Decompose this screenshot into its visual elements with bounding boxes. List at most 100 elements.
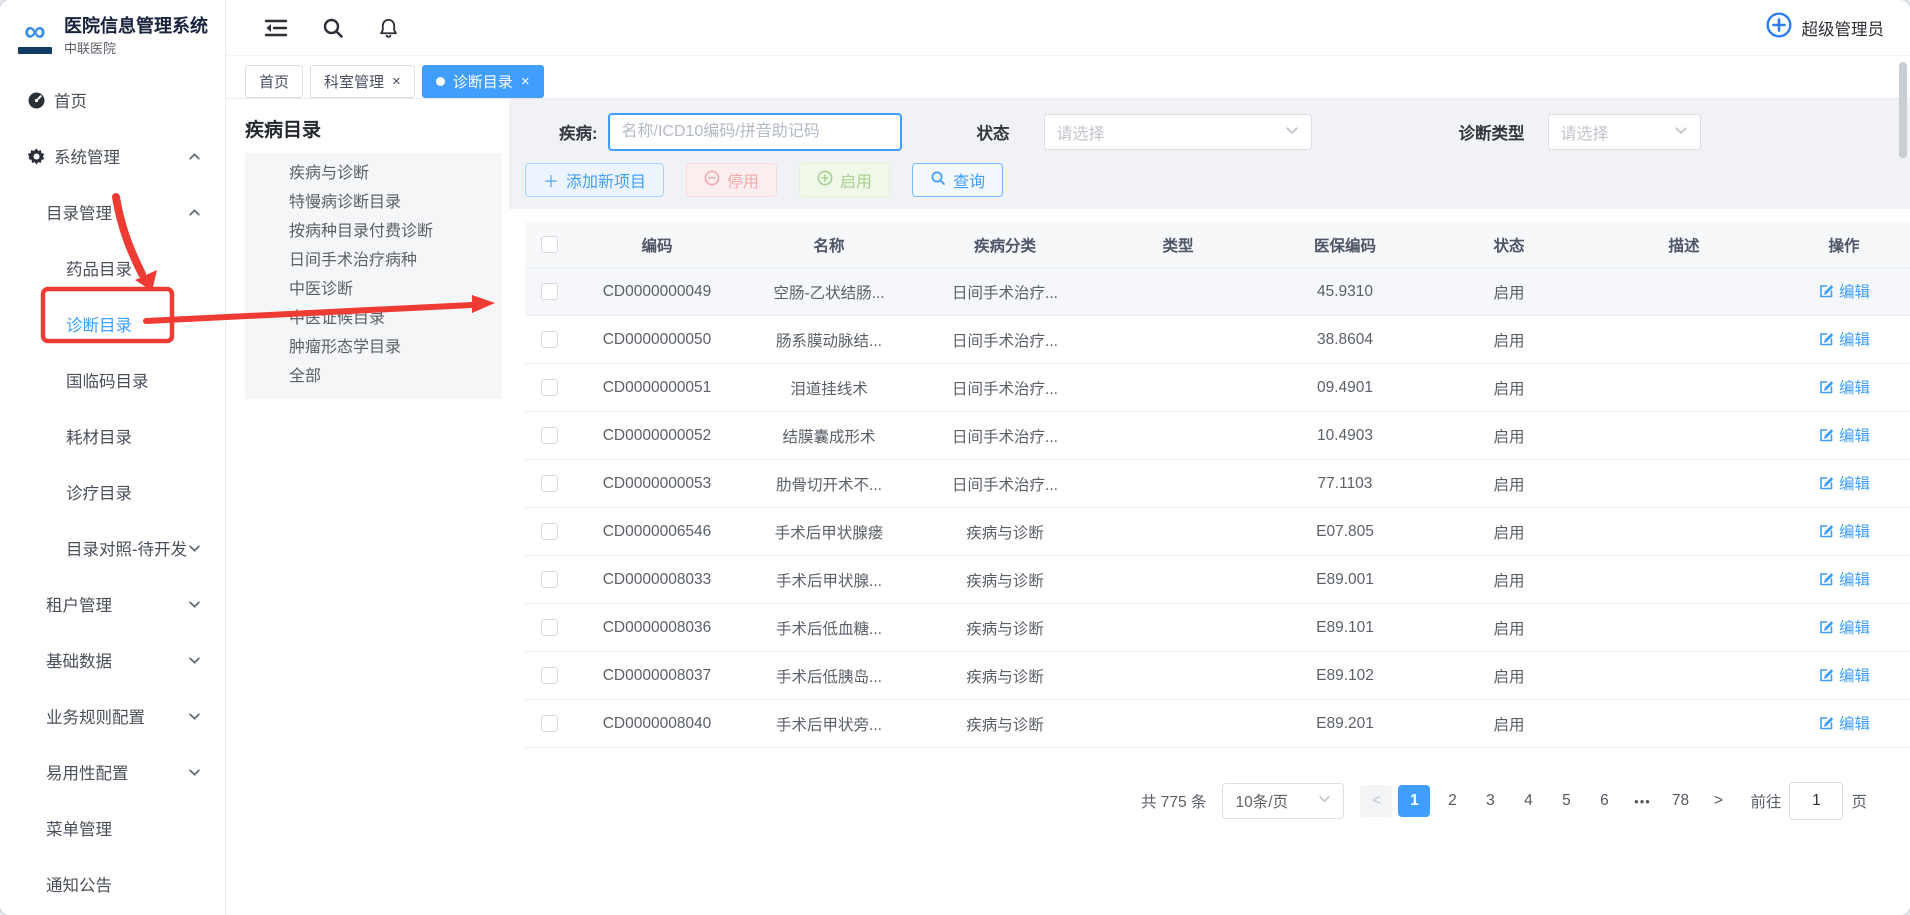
edit-button[interactable]: 编辑 [1818, 328, 1870, 350]
close-icon[interactable]: × [392, 74, 401, 89]
disease-category-item[interactable]: 疾病与诊断 [245, 159, 502, 188]
edit-button[interactable]: 编辑 [1818, 376, 1870, 398]
hospital-name: 中联医院 [64, 38, 208, 57]
row-checkbox[interactable] [541, 667, 558, 684]
page-button-5[interactable]: 5 [1550, 785, 1582, 817]
status-select[interactable]: 请选择 [1044, 114, 1312, 150]
diagnosis-type-select[interactable]: 请选择 [1548, 114, 1701, 150]
cell-code: CD0000000052 [573, 412, 741, 460]
disease-category-item[interactable]: 肿瘤形态学目录 [245, 333, 502, 362]
page-button-6[interactable]: 6 [1588, 785, 1620, 817]
cell-code: CD0000008033 [573, 556, 741, 604]
sidebar-item-notice[interactable]: 通知公告 [0, 856, 225, 912]
chevron-down-icon [1674, 123, 1688, 142]
cell-code: CD0000008037 [573, 652, 741, 700]
cell-code: CD0000000050 [573, 316, 741, 364]
page-button-3[interactable]: 3 [1474, 785, 1506, 817]
sidebar-item-label: 基础数据 [46, 648, 112, 672]
row-checkbox[interactable] [541, 331, 558, 348]
query-button[interactable]: 查询 [912, 163, 1003, 197]
page-button-2[interactable]: 2 [1436, 785, 1468, 817]
disease-category-item[interactable]: 日间手术治疗病种 [245, 246, 502, 275]
cell-code: CD0000000051 [573, 364, 741, 412]
disease-category-item[interactable]: 中医证候目录 [245, 304, 502, 333]
cell-insurance_code: 45.9310 [1263, 268, 1427, 316]
sidebar-item-label: 目录管理 [46, 200, 112, 224]
page-button-1[interactable]: 1 [1398, 785, 1430, 817]
dashboard-icon [26, 91, 46, 110]
menu-collapse-icon[interactable] [264, 18, 288, 38]
col-description: 描述 [1591, 222, 1777, 268]
current-user-name[interactable]: 超级管理员 [1802, 16, 1885, 40]
disease-category-item[interactable]: 中医诊断 [245, 275, 502, 304]
edit-button[interactable]: 编辑 [1818, 616, 1870, 638]
tab-diagnosis-catalog[interactable]: 诊断目录 × [422, 65, 544, 98]
table-row: CD0000008037手术后低胰岛...疾病与诊断E89.102启用编辑 [525, 652, 1910, 700]
sidebar-item-tenant-mgmt[interactable]: 租户管理 [0, 576, 225, 632]
select-all-checkbox[interactable] [541, 236, 558, 253]
sidebar-item-menu-mgmt[interactable]: 菜单管理 [0, 800, 225, 856]
edit-button[interactable]: 编辑 [1818, 280, 1870, 302]
cell-status: 启用 [1427, 460, 1591, 508]
cell-category: 日间手术治疗... [917, 364, 1093, 412]
sidebar-item-national-code-catalog[interactable]: 国临码目录 [0, 352, 225, 408]
row-checkbox[interactable] [541, 379, 558, 396]
cell-category: 疾病与诊断 [917, 652, 1093, 700]
disease-category-item[interactable]: 全部 [245, 362, 502, 391]
search-icon[interactable] [322, 17, 344, 39]
user-avatar-icon[interactable] [1765, 11, 1793, 44]
page-button-78[interactable]: 78 [1664, 785, 1696, 817]
cell-description [1591, 316, 1777, 364]
sidebar-item-system[interactable]: 系统管理 [0, 128, 225, 184]
edit-button[interactable]: 编辑 [1818, 664, 1870, 686]
row-checkbox[interactable] [541, 619, 558, 636]
cell-code: CD0000008036 [573, 604, 741, 652]
disease-category-item[interactable]: 按病种目录付费诊断 [245, 217, 502, 246]
bell-icon[interactable] [378, 17, 399, 39]
sidebar-item-basic-data[interactable]: 基础数据 [0, 632, 225, 688]
row-checkbox[interactable] [541, 571, 558, 588]
disease-category-item[interactable]: 特慢病诊断目录 [245, 188, 502, 217]
row-checkbox[interactable] [541, 715, 558, 732]
edit-button[interactable]: 编辑 [1818, 520, 1870, 542]
page-size-select[interactable]: 10条/页 [1222, 783, 1344, 819]
row-checkbox[interactable] [541, 523, 558, 540]
edit-button[interactable]: 编辑 [1818, 472, 1870, 494]
vertical-scrollbar[interactable] [1899, 62, 1907, 158]
close-icon[interactable]: × [521, 74, 530, 89]
enable-button[interactable]: 启用 [799, 163, 890, 197]
sidebar-item-usability-config[interactable]: 易用性配置 [0, 744, 225, 800]
more-pages-button[interactable]: ••• [1626, 785, 1658, 817]
row-checkbox[interactable] [541, 427, 558, 444]
sidebar-item-business-rules[interactable]: 业务规则配置 [0, 688, 225, 744]
sidebar-item-label: 业务规则配置 [46, 704, 145, 728]
row-checkbox[interactable] [541, 283, 558, 300]
sidebar-item-label: 首页 [54, 88, 87, 112]
sidebar-item-drug-catalog[interactable]: 药品目录 [0, 240, 225, 296]
col-name: 名称 [741, 222, 917, 268]
cell-insurance_code: E89.201 [1263, 700, 1427, 748]
sidebar-item-treatment-catalog[interactable]: 诊疗目录 [0, 464, 225, 520]
next-page-button[interactable]: > [1702, 785, 1734, 817]
edit-button[interactable]: 编辑 [1818, 712, 1870, 734]
sidebar-item-label: 国临码目录 [66, 368, 149, 392]
goto-page-input[interactable] [1789, 782, 1843, 820]
sidebar-item-diagnosis-catalog[interactable]: 诊断目录 [0, 296, 225, 352]
tab-department-mgmt[interactable]: 科室管理 × [310, 65, 415, 98]
disease-search-input[interactable] [608, 113, 902, 151]
disable-button[interactable]: 停用 [686, 163, 777, 197]
prev-page-button[interactable]: < [1360, 785, 1392, 817]
sidebar-item-home[interactable]: 首页 [0, 72, 225, 128]
sidebar-item-label: 租户管理 [46, 592, 112, 616]
edit-button[interactable]: 编辑 [1818, 568, 1870, 590]
panel-title: 疾病目录 [245, 115, 509, 142]
row-checkbox[interactable] [541, 475, 558, 492]
sidebar-item-catalog-mapping[interactable]: 目录对照-待开发 [0, 520, 225, 576]
edit-button[interactable]: 编辑 [1818, 424, 1870, 446]
sidebar-item-catalog-mgmt[interactable]: 目录管理 [0, 184, 225, 240]
add-item-button[interactable]: ＋ 添加新项目 [525, 163, 664, 197]
sidebar-item-consumable-catalog[interactable]: 耗材目录 [0, 408, 225, 464]
page-button-4[interactable]: 4 [1512, 785, 1544, 817]
tab-home[interactable]: 首页 [245, 65, 303, 98]
cell-insurance_code: 77.1103 [1263, 460, 1427, 508]
